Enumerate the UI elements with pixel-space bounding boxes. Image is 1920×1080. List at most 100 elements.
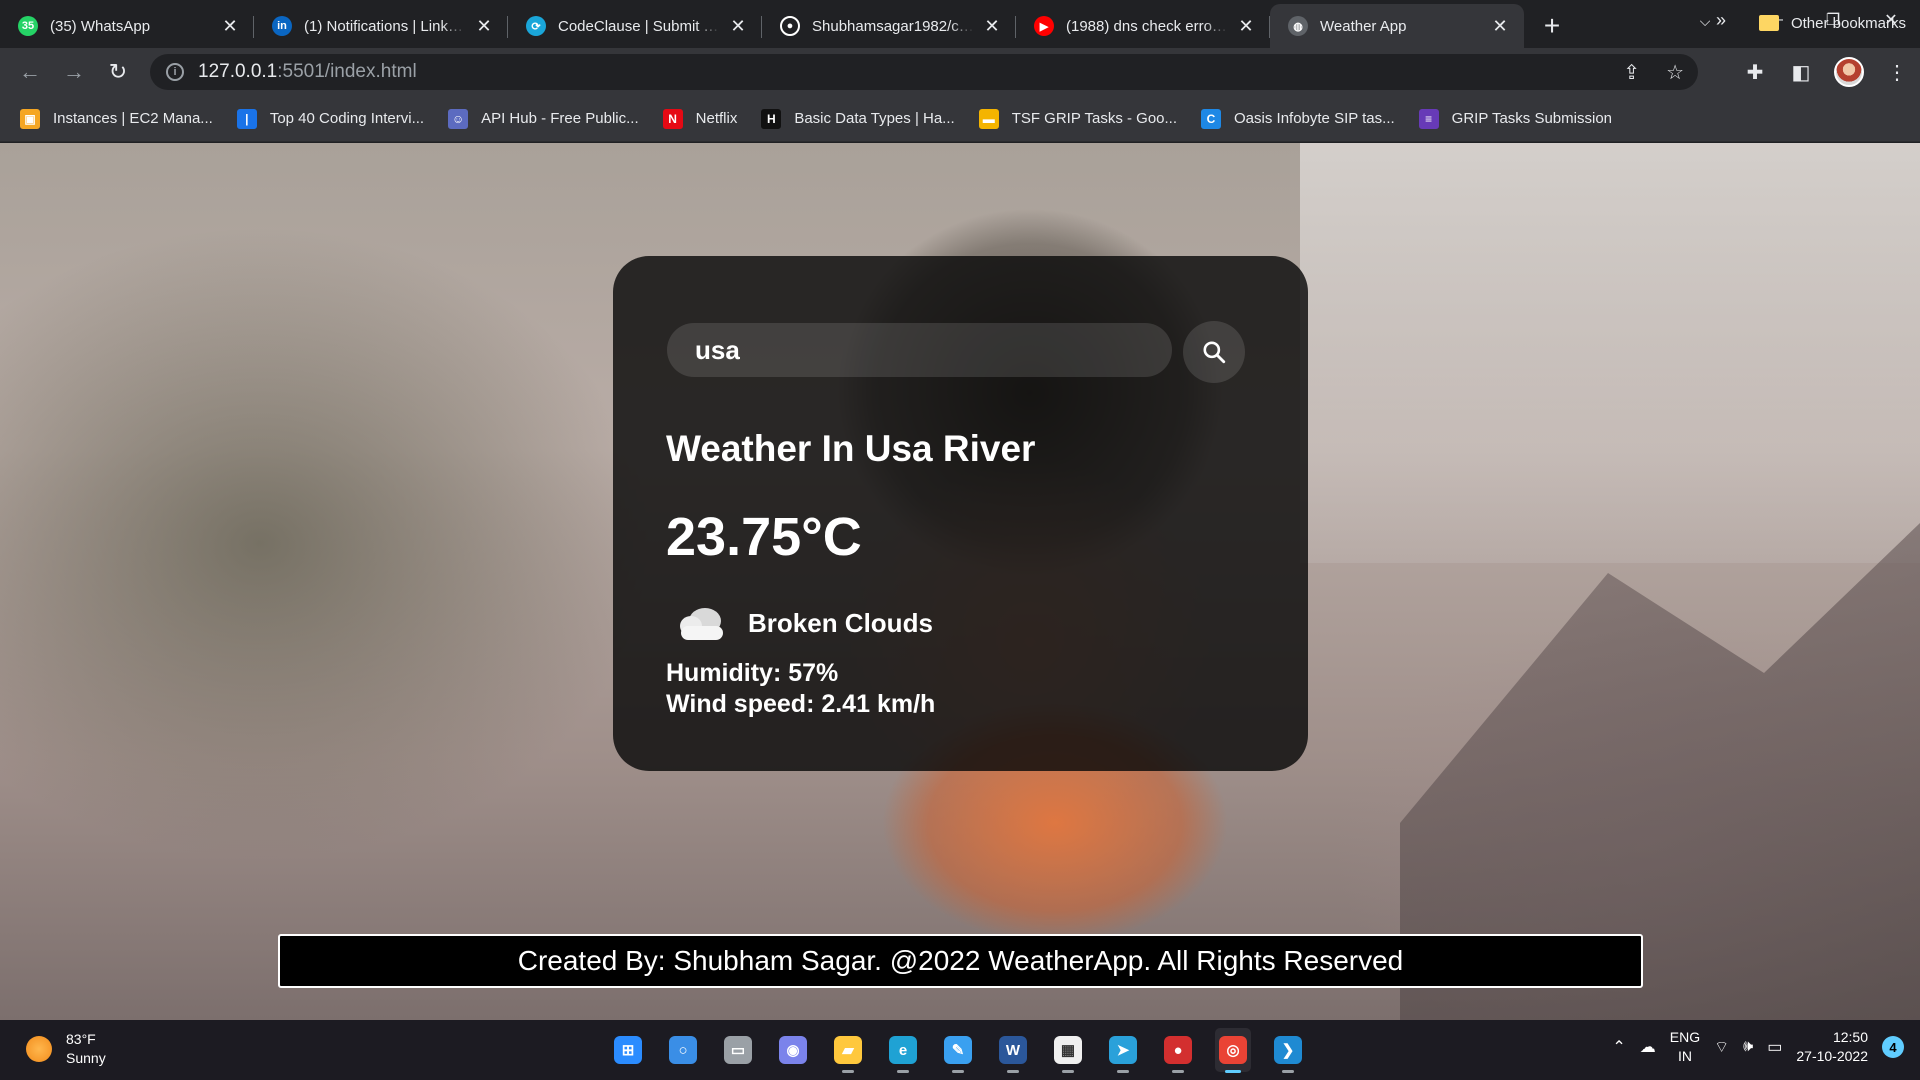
volume-icon[interactable]: 🕪 <box>1743 1038 1753 1056</box>
word-icon: W <box>999 1036 1027 1064</box>
weather-description: Broken Clouds <box>748 608 933 638</box>
onedrive-icon[interactable]: ☁ <box>1640 1037 1656 1057</box>
sun-icon <box>26 1036 52 1062</box>
close-tab-icon[interactable]: ✕ <box>982 16 1002 36</box>
profile-avatar[interactable] <box>1834 57 1864 87</box>
close-tab-icon[interactable]: ✕ <box>220 16 240 36</box>
whatsapp-icon: 35 <box>18 16 38 36</box>
site-info-icon[interactable]: i <box>166 63 184 81</box>
bookmark-label: API Hub - Free Public... <box>481 110 639 127</box>
url-path: :5501/index.html <box>277 61 417 82</box>
bookmarks-bar: ▣ Instances | EC2 Mana... | Top 40 Coding I… <box>0 96 1920 142</box>
forward-icon[interactable]: → <box>52 52 96 92</box>
running-indicator <box>1225 1070 1241 1073</box>
chat-icon: ◉ <box>779 1036 807 1064</box>
vscode-icon: ❯ <box>1274 1036 1302 1064</box>
menu-icon[interactable]: ⋮ <box>1884 54 1910 90</box>
other-bookmarks[interactable]: Other bookmarks <box>1758 0 1906 46</box>
taskbar-apps: ⊞ ○ ▭ ◉ ▰ e ✎ W ▦ ➤ ● ◎ ❯ <box>610 1028 1306 1073</box>
task-view-icon: ▭ <box>724 1036 752 1064</box>
edge-icon: e <box>889 1036 917 1064</box>
forms-icon: ≡ <box>1418 108 1439 129</box>
side-panel-icon[interactable]: ◧ <box>1788 54 1814 90</box>
close-tab-icon[interactable]: ✕ <box>1490 16 1510 36</box>
bookmark-label: TSF GRIP Tasks - Goo... <box>1011 110 1178 127</box>
bookmark-label: GRIP Tasks Submission <box>1451 110 1612 127</box>
running-indicator <box>1117 1070 1129 1073</box>
bookmark-label: Top 40 Coding Intervi... <box>269 110 425 127</box>
bookmark-label: Netflix <box>695 110 738 127</box>
taskbar-app-11[interactable]: ◎ <box>1215 1028 1251 1073</box>
show-hidden-icons-icon[interactable]: ⌃ <box>1612 1037 1625 1057</box>
bookmark-4[interactable]: H Basic Data Types | Ha... <box>761 108 955 129</box>
reload-icon[interactable]: ↻ <box>96 52 140 92</box>
taskbar-app-10[interactable]: ● <box>1160 1028 1196 1073</box>
store-icon: ▦ <box>1054 1036 1082 1064</box>
clock[interactable]: 12:50 27-10-2022 <box>1796 1028 1868 1066</box>
bookmark-7[interactable]: ≡ GRIP Tasks Submission <box>1418 108 1612 129</box>
file-explorer-icon: ▰ <box>834 1036 862 1064</box>
tab-1[interactable]: in (1) Notifications | LinkedIn ✕ <box>254 4 508 48</box>
tab-4[interactable]: ▶ (1988) dns check error in ✕ <box>1016 4 1270 48</box>
bookmark-6[interactable]: C Oasis Infobyte SIP tas... <box>1201 108 1395 129</box>
bookmarks-more-icon[interactable]: » <box>1716 10 1726 31</box>
bookmark-label: Oasis Infobyte SIP tas... <box>1234 110 1395 127</box>
page-viewport: Weather In Usa River 23.75°C Broken Clou… <box>0 143 1920 1020</box>
search-bar <box>667 323 1172 377</box>
bookmark-1[interactable]: | Top 40 Coding Intervi... <box>236 108 425 129</box>
close-tab-icon[interactable]: ✕ <box>1236 16 1256 36</box>
taskbar-app-9[interactable]: ➤ <box>1105 1028 1141 1073</box>
weather-temp: 83°F <box>66 1031 96 1047</box>
bookmark-2[interactable]: ☺ API Hub - Free Public... <box>448 108 639 129</box>
search-icon <box>1203 341 1226 364</box>
wifi-icon[interactable]: ⌔ <box>1714 1037 1729 1057</box>
browser-toolbar: ← → ↻ i 127.0.0.1:5501/index.html ⇪ ☆ ✚ … <box>0 48 1920 96</box>
bookmark-3[interactable]: N Netflix <box>662 108 738 129</box>
taskbar-app-6[interactable]: ✎ <box>940 1028 976 1073</box>
api-hub-icon: ☺ <box>448 108 469 129</box>
running-indicator <box>897 1070 909 1073</box>
extensions-icon[interactable]: ✚ <box>1742 54 1768 90</box>
taskbar-app-2[interactable]: ▭ <box>720 1028 756 1072</box>
close-tab-icon[interactable]: ✕ <box>728 16 748 36</box>
tab-0[interactable]: 35 (35) WhatsApp ✕ <box>0 4 254 48</box>
new-tab-icon[interactable]: + <box>1532 6 1572 46</box>
tab-5[interactable]: ◍ Weather App ✕ <box>1270 4 1524 48</box>
battery-icon[interactable]: ▭ <box>1767 1037 1782 1057</box>
tab-3[interactable]: ● Shubhamsagar1982/code ✕ <box>762 4 1016 48</box>
search-input[interactable] <box>667 323 1172 377</box>
tab-strip: 35 (35) WhatsApp ✕ in (1) Notifications | Li… <box>0 0 1920 48</box>
close-tab-icon[interactable]: ✕ <box>474 16 494 36</box>
oasis-icon: C <box>1201 108 1222 129</box>
address-bar[interactable]: i 127.0.0.1:5501/index.html ⇪ ☆ <box>150 54 1698 90</box>
taskbar-app-8[interactable]: ▦ <box>1050 1028 1086 1073</box>
bookmark-5[interactable]: ▬ TSF GRIP Tasks - Goo... <box>978 108 1178 129</box>
taskbar-app-4[interactable]: ▰ <box>830 1028 866 1073</box>
tab-title: (1988) dns check error in <box>1066 17 1228 35</box>
codeclause-icon: ⟳ <box>526 16 546 36</box>
back-icon[interactable]: ← <box>8 52 52 92</box>
wind-speed: Wind speed: 2.41 km/h <box>666 690 936 718</box>
tab-2[interactable]: ⟳ CodeClause | Submit Task ✕ <box>508 4 762 48</box>
other-bookmarks-label: Other bookmarks <box>1790 14 1906 32</box>
bookmark-star-icon[interactable]: ☆ <box>1666 60 1684 85</box>
search-icon: ○ <box>669 1036 697 1064</box>
search-button[interactable] <box>1183 321 1245 383</box>
taskbar-app-12[interactable]: ❯ <box>1270 1028 1306 1073</box>
taskbar-weather[interactable]: 83°F Sunny <box>26 1030 106 1068</box>
share-icon[interactable]: ⇪ <box>1623 60 1640 85</box>
taskbar-app-3[interactable]: ◉ <box>775 1028 811 1072</box>
running-indicator <box>1172 1070 1184 1073</box>
footer: Created By: Shubham Sagar. @2022 Weather… <box>278 934 1643 988</box>
tab-title: (1) Notifications | LinkedIn <box>304 17 466 35</box>
language-indicator[interactable]: ENG IN <box>1670 1028 1700 1066</box>
taskbar-app-5[interactable]: e <box>885 1028 921 1073</box>
notification-badge[interactable]: 4 <box>1882 1036 1904 1058</box>
taskbar-app-7[interactable]: W <box>995 1028 1031 1073</box>
taskbar-app-1[interactable]: ○ <box>665 1028 701 1072</box>
taskbar-app-0[interactable]: ⊞ <box>610 1028 646 1072</box>
aws-icon: ▣ <box>20 108 40 129</box>
bookmark-0[interactable]: ▣ Instances | EC2 Mana... <box>20 108 213 129</box>
paint-icon: ✎ <box>944 1036 972 1064</box>
chrome-icon: ◎ <box>1219 1036 1247 1064</box>
